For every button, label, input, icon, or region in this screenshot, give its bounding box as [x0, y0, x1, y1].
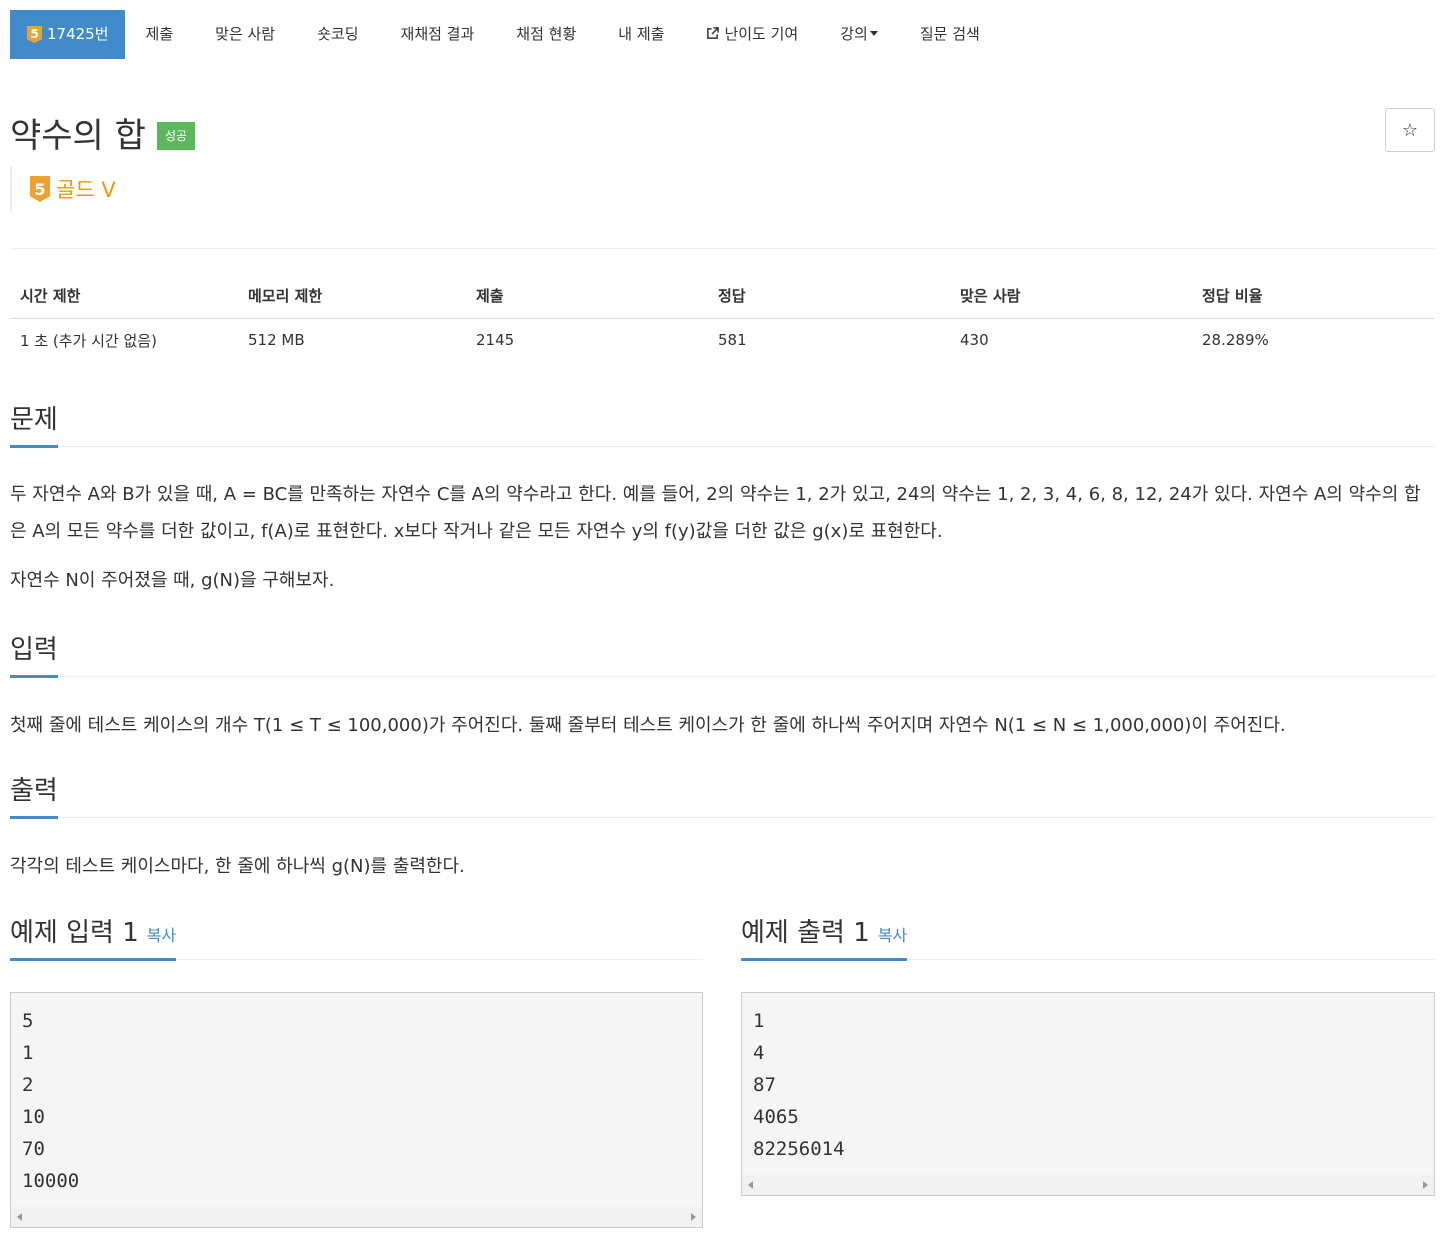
- sample-output-line: 82256014: [753, 1138, 845, 1160]
- nav-submit[interactable]: 제출: [125, 10, 195, 59]
- sample-output-box[interactable]: 1 4 87 4065 82256014: [741, 992, 1435, 1196]
- section-header: 문제: [10, 397, 1435, 448]
- problem-tier[interactable]: 5 골드 V: [10, 166, 116, 212]
- nav-problem-id: 17425번: [47, 25, 109, 43]
- problem-title-row: 약수의 합 성공: [10, 108, 196, 157]
- sample-input-line: 10000: [22, 1170, 80, 1192]
- sample-output-line: 4: [753, 1042, 765, 1064]
- header-submissions: 제출: [466, 274, 708, 319]
- problem-nav: 5 17425번 제출 맞은 사람 숏코딩 재채점 결과 채점 현황 내 제출 …: [10, 10, 1001, 59]
- value-accepted-users: 430: [960, 331, 989, 350]
- copy-output-link[interactable]: 복사: [878, 926, 907, 945]
- section-header: 출력: [10, 768, 1435, 819]
- section-header: 입력: [10, 627, 1435, 678]
- tier-badge-icon: 5: [27, 26, 42, 43]
- scroll-right-icon[interactable]: [1423, 1181, 1428, 1189]
- value-accepted: 581: [718, 331, 747, 350]
- description-paragraph: 자연수 N이 주어졌을 때, g(N)을 구해보자.: [10, 570, 335, 591]
- problem-title: 약수의 합: [10, 116, 146, 156]
- scroll-left-icon[interactable]: [748, 1181, 753, 1189]
- nav-contribute-label: 난이도 기여: [724, 25, 799, 43]
- star-icon: ☆: [1401, 119, 1419, 141]
- sample-input-line: 1: [22, 1042, 34, 1064]
- output-paragraph: 각각의 테스트 케이스마다, 한 줄에 하나씩 g(N)를 출력한다.: [10, 856, 465, 877]
- output-body: 각각의 테스트 케이스마다, 한 줄에 하나씩 g(N)를 출력한다.: [10, 818, 1435, 885]
- sample-input-line: 10: [22, 1106, 45, 1128]
- nav-problem-tab[interactable]: 5 17425번: [10, 10, 125, 59]
- table-row: 1 초 (추가 시간 없음) 512 MB 2145 581 430 28.28…: [10, 318, 1435, 362]
- scroll-left-icon[interactable]: [17, 1213, 22, 1221]
- description-section: 문제 두 자연수 A와 B가 있을 때, A = BC를 만족하는 자연수 C를…: [10, 397, 1435, 599]
- value-memory-limit: 512 MB: [248, 331, 305, 350]
- scroll-right-icon[interactable]: [691, 1213, 696, 1221]
- table-header-row: 시간 제한 메모리 제한 제출 정답 맞은 사람 정답 비율: [10, 274, 1435, 319]
- value-time-limit: 1 초 (추가 시간 없음): [20, 331, 157, 350]
- value-submissions: 2145: [476, 331, 515, 350]
- description-paragraph: 두 자연수 A와 B가 있을 때, A = BC를 만족하는 자연수 C를 A의…: [10, 484, 1421, 542]
- description-body: 두 자연수 A와 B가 있을 때, A = BC를 만족하는 자연수 C를 A의…: [10, 447, 1435, 599]
- input-paragraph: 첫째 줄에 테스트 케이스의 개수 T(1 ≤ T ≤ 100,000)가 주어…: [10, 715, 1286, 736]
- section-header: 예제 입력 1 복사: [10, 910, 703, 961]
- nav-lecture-label: 강의: [840, 25, 868, 43]
- divider: [10, 248, 1435, 249]
- horizontal-scrollbar[interactable]: [11, 1207, 702, 1227]
- sample-input-heading: 예제 입력 1: [10, 918, 139, 948]
- nav-contribute-difficulty[interactable]: 난이도 기여: [685, 10, 819, 59]
- nav-accepted-users[interactable]: 맞은 사람: [194, 10, 296, 59]
- sample-output-title: 예제 출력 1 복사: [741, 912, 908, 961]
- sample-input-line: 2: [22, 1074, 34, 1096]
- sample-output-heading: 예제 출력 1: [741, 918, 870, 948]
- status-badge: 성공: [156, 121, 196, 150]
- sample-output-line: 1: [753, 1010, 765, 1032]
- sample-input-title: 예제 입력 1 복사: [10, 912, 177, 961]
- external-link-icon: [707, 27, 720, 39]
- input-title: 입력: [10, 629, 58, 678]
- nav-question-search[interactable]: 질문 검색: [899, 10, 1001, 59]
- sample-input-section: 예제 입력 1 복사: [10, 910, 703, 961]
- copy-input-link[interactable]: 복사: [147, 926, 176, 945]
- horizontal-scrollbar[interactable]: [742, 1175, 1434, 1195]
- output-title: 출력: [10, 770, 58, 819]
- input-section: 입력 첫째 줄에 테스트 케이스의 개수 T(1 ≤ T ≤ 100,000)가…: [10, 627, 1435, 744]
- sample-output-line: 87: [753, 1074, 776, 1096]
- sample-output-section: 예제 출력 1 복사: [741, 910, 1435, 961]
- sample-input-box[interactable]: 5 1 2 10 70 10000: [10, 992, 703, 1228]
- output-section: 출력 각각의 테스트 케이스마다, 한 줄에 하나씩 g(N)를 출력한다.: [10, 768, 1435, 885]
- description-title: 문제: [10, 399, 58, 448]
- tier-badge-icon: 5: [30, 176, 50, 202]
- nav-lecture-dropdown[interactable]: 강의: [819, 10, 899, 59]
- tier-label: 골드 V: [56, 178, 116, 202]
- favorite-star-button[interactable]: ☆: [1385, 108, 1435, 152]
- header-time-limit: 시간 제한: [10, 274, 238, 319]
- input-body: 첫째 줄에 테스트 케이스의 개수 T(1 ≤ T ≤ 100,000)가 주어…: [10, 677, 1435, 744]
- header-accept-ratio: 정답 비율: [1192, 274, 1435, 319]
- value-accept-ratio: 28.289%: [1202, 331, 1269, 350]
- header-accepted: 정답: [708, 274, 950, 319]
- problem-info-table: 시간 제한 메모리 제한 제출 정답 맞은 사람 정답 비율 1 초 (추가 시…: [10, 274, 1435, 362]
- sample-output-line: 4065: [753, 1106, 799, 1128]
- nav-short-coding[interactable]: 숏코딩: [296, 10, 379, 59]
- sample-input-line: 70: [22, 1138, 45, 1160]
- nav-judge-status[interactable]: 채점 현황: [495, 10, 597, 59]
- nav-rejudge-results[interactable]: 재채점 결과: [380, 10, 496, 59]
- section-header: 예제 출력 1 복사: [741, 910, 1435, 961]
- header-accepted-users: 맞은 사람: [950, 274, 1192, 319]
- caret-down-icon: [869, 31, 878, 36]
- sample-input-line: 5: [22, 1010, 34, 1032]
- nav-my-submissions[interactable]: 내 제출: [597, 10, 685, 59]
- header-memory-limit: 메모리 제한: [238, 274, 466, 319]
